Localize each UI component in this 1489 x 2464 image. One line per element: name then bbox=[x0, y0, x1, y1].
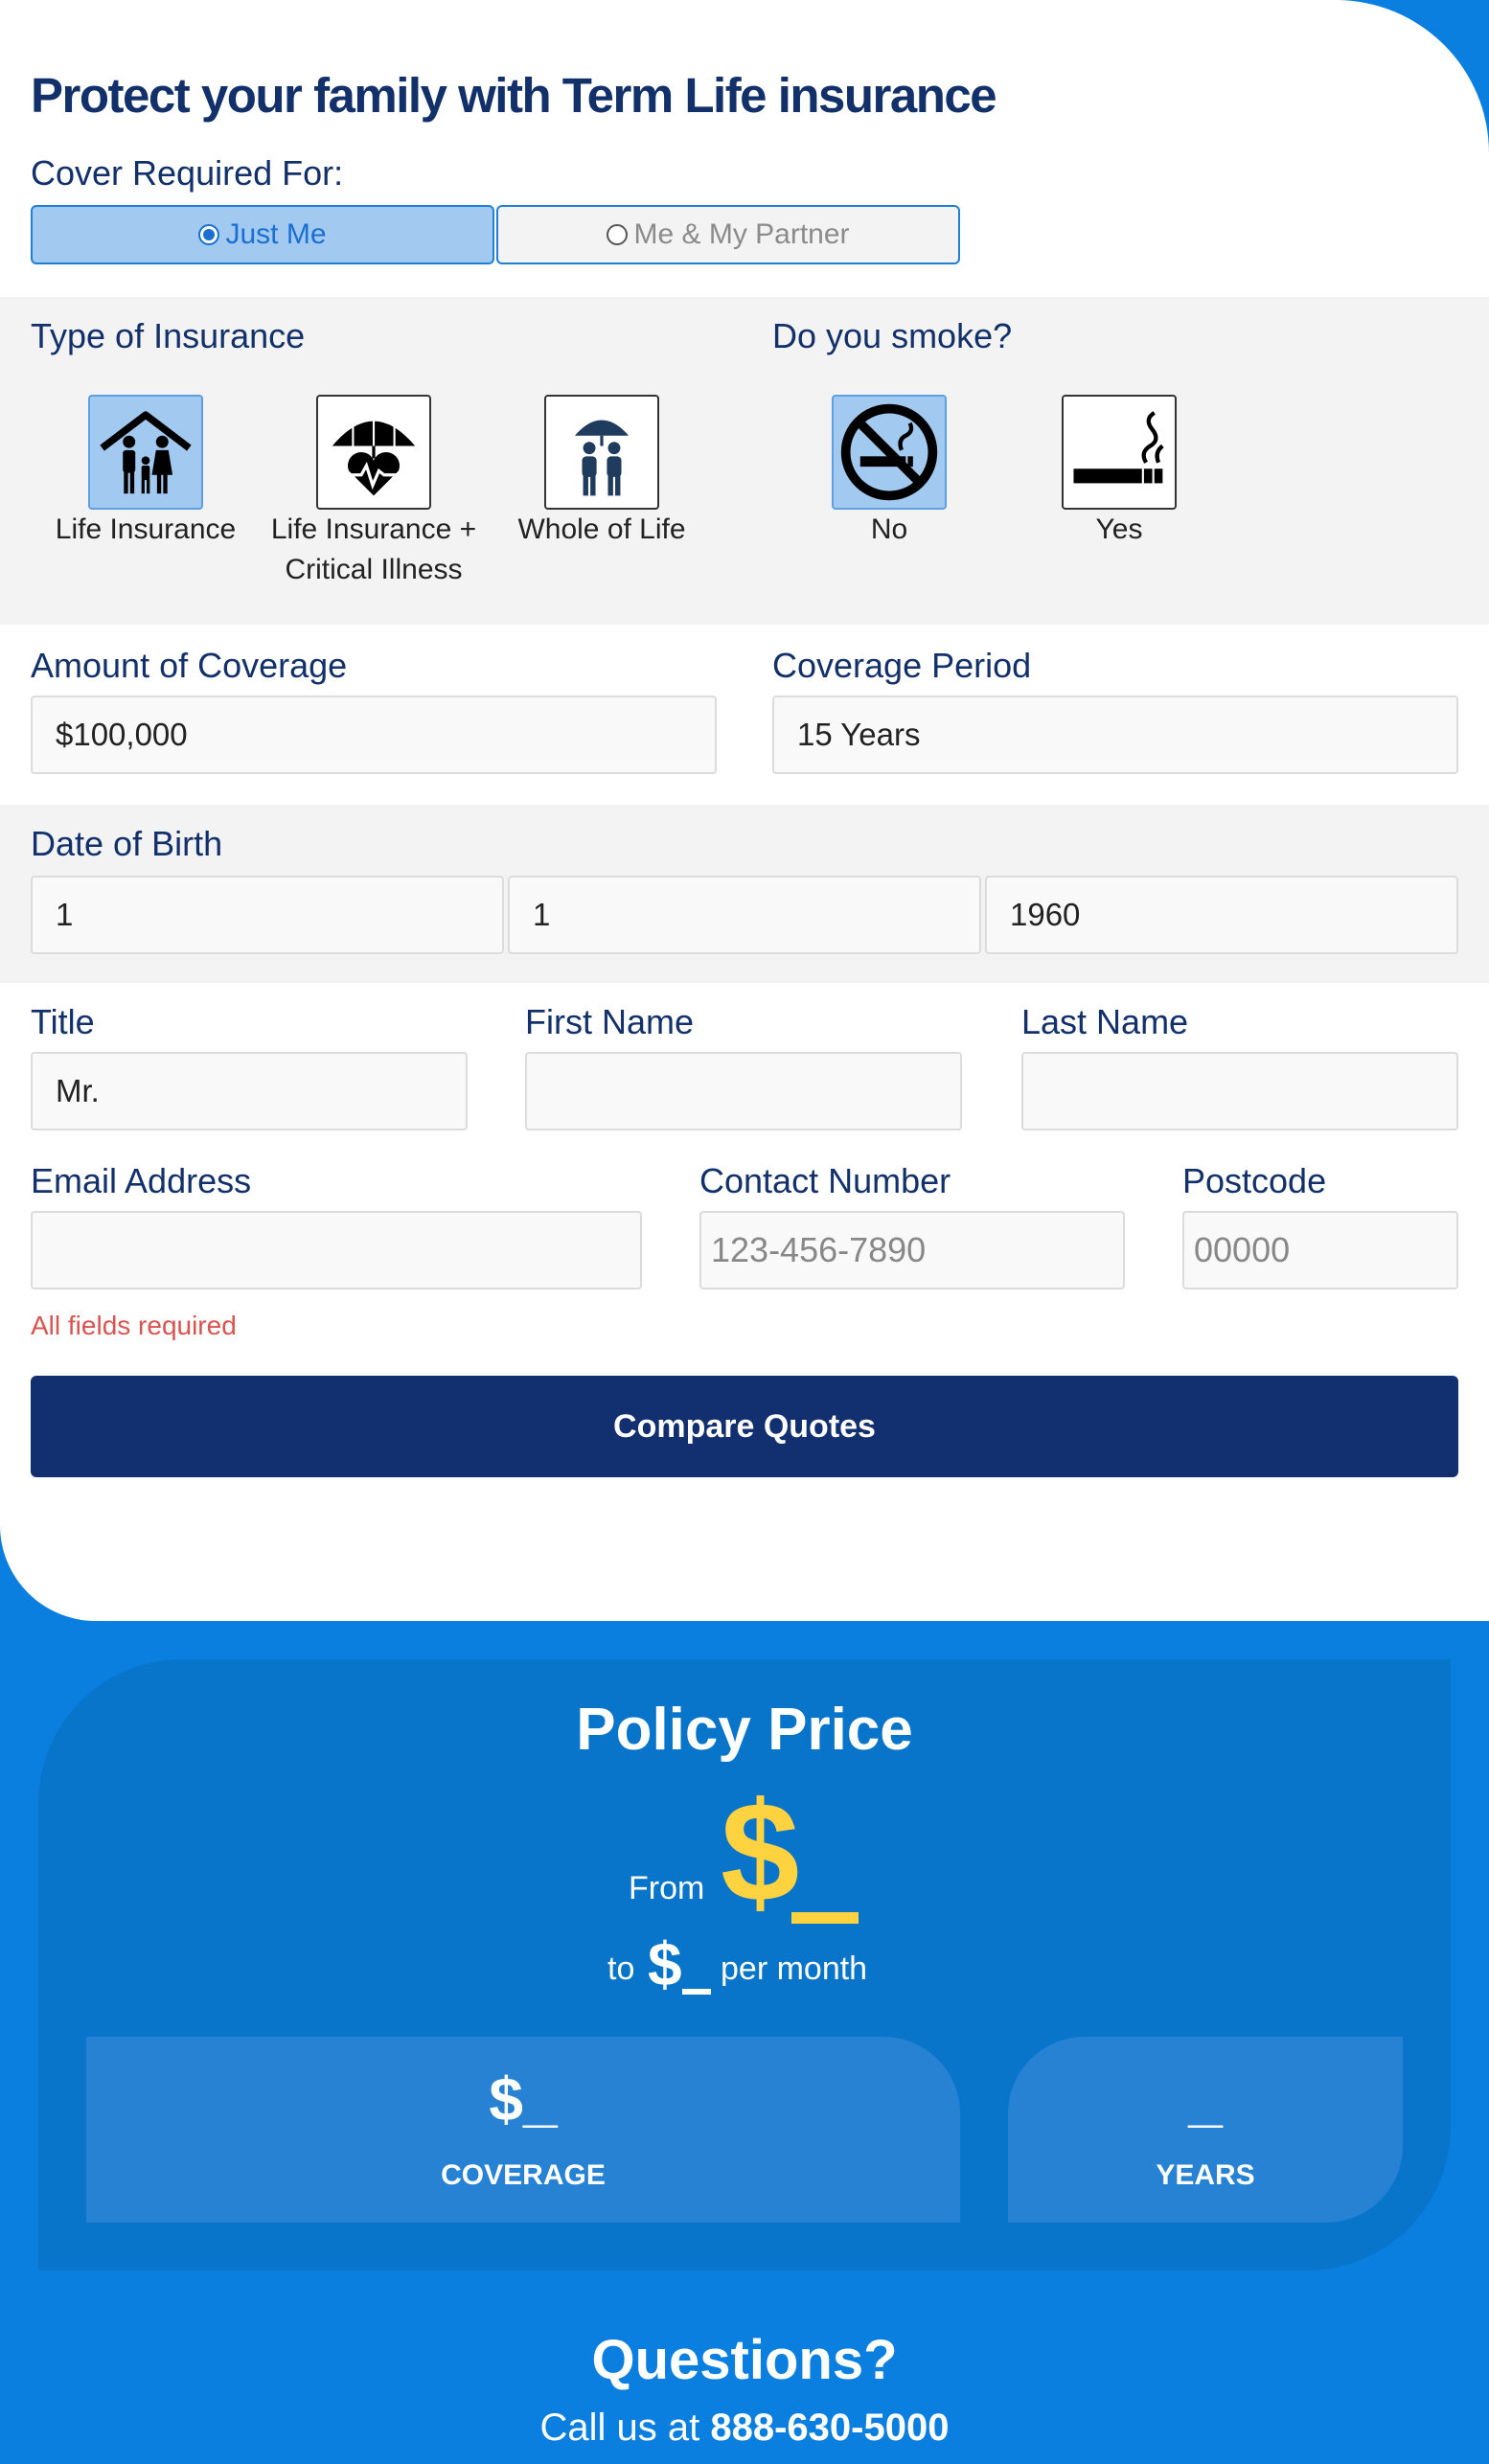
contact-number-label: Contact Number bbox=[699, 1161, 951, 1200]
page-title: Protect your family with Term Life insur… bbox=[31, 68, 997, 123]
radio-unselected-icon bbox=[607, 224, 629, 245]
cover-required-label: Cover Required For: bbox=[31, 153, 344, 193]
insurance-life-option[interactable] bbox=[88, 395, 203, 510]
price-to-value: $ bbox=[648, 1929, 682, 1998]
phone-number-link[interactable]: 888-630-5000 bbox=[710, 2407, 949, 2449]
umbrella-heart-icon bbox=[332, 408, 416, 496]
smoke-no-option[interactable] bbox=[832, 395, 947, 510]
cigarette-icon bbox=[1073, 411, 1164, 484]
price-from-value: $ bbox=[721, 1773, 800, 1931]
page: Protect your family with Term Life insur… bbox=[0, 0, 1489, 2464]
price-to-label: to bbox=[607, 1951, 635, 1987]
first-name-input[interactable] bbox=[525, 1052, 962, 1130]
cover-me-and-partner-option[interactable]: Me & My Partner bbox=[496, 205, 960, 264]
dob-label: Date of Birth bbox=[31, 824, 223, 863]
price-from-label: From bbox=[629, 1870, 705, 1906]
coverage-period-label: Coverage Period bbox=[772, 646, 1032, 685]
insurance-whole-of-life-label: Whole of Life bbox=[517, 513, 686, 545]
years-summary-value: _ bbox=[1188, 2065, 1223, 2133]
insurance-type-label: Type of Insurance bbox=[31, 316, 306, 355]
insurance-critical-illness-label: Life Insurance + Critical Illness bbox=[270, 513, 477, 585]
coverage-amount-label: Amount of Coverage bbox=[31, 646, 348, 685]
coverage-summary: $_ COVERAGE bbox=[86, 2037, 960, 2223]
coverage-period-select[interactable]: 15 Years bbox=[772, 696, 1458, 774]
postcode-label: Postcode bbox=[1182, 1161, 1327, 1200]
first-name-label: First Name bbox=[525, 1002, 695, 1041]
required-fields-note: All fields required bbox=[31, 1311, 237, 1340]
umbrella-people-icon bbox=[574, 420, 630, 496]
coverage-summary-label: COVERAGE bbox=[441, 2159, 606, 2191]
coverage-amount-select[interactable]: $100,000 bbox=[31, 696, 717, 774]
smoke-label: Do you smoke? bbox=[772, 316, 1013, 355]
postcode-input[interactable]: 00000 bbox=[1182, 1211, 1458, 1289]
title-label: Title bbox=[31, 1002, 95, 1041]
dob-month-select[interactable]: 1 bbox=[508, 876, 981, 954]
smoke-yes-option[interactable] bbox=[1062, 395, 1177, 510]
policy-price-title: Policy Price bbox=[576, 1697, 913, 1763]
contact-number-input[interactable]: 123-456-7890 bbox=[699, 1211, 1125, 1289]
insurance-whole-of-life-option[interactable] bbox=[544, 395, 659, 510]
per-month-label: per month bbox=[721, 1951, 868, 1987]
questions-heading: Questions? bbox=[591, 2329, 898, 2391]
last-name-label: Last Name bbox=[1021, 1002, 1189, 1041]
price-from-placeholder bbox=[791, 1912, 859, 1924]
cover-just-me-option[interactable]: Just Me bbox=[31, 205, 494, 264]
insurance-critical-illness-option[interactable] bbox=[316, 395, 431, 510]
title-select[interactable]: Mr. bbox=[31, 1052, 468, 1130]
radio-selected-icon bbox=[198, 224, 220, 245]
insurance-life-label: Life Insurance bbox=[55, 513, 237, 545]
dob-year-select[interactable]: 1960 bbox=[985, 876, 1458, 954]
cover-just-me-label: Just Me bbox=[225, 218, 327, 250]
dob-day-select[interactable]: 1 bbox=[31, 876, 504, 954]
coverage-summary-value: $_ bbox=[489, 2065, 558, 2133]
cover-me-and-partner-label: Me & My Partner bbox=[633, 218, 850, 250]
smoke-no-label: No bbox=[870, 513, 908, 545]
years-summary-label: YEARS bbox=[1156, 2159, 1255, 2191]
no-smoking-icon bbox=[840, 403, 938, 501]
call-us-line: Call us at 888-630-5000 bbox=[0, 2407, 1489, 2450]
smoke-yes-label: Yes bbox=[1095, 513, 1143, 545]
years-summary: _ YEARS bbox=[1008, 2037, 1403, 2223]
family-house-icon bbox=[100, 411, 192, 494]
email-input[interactable] bbox=[31, 1211, 642, 1289]
price-to-placeholder bbox=[682, 1989, 711, 1995]
last-name-input[interactable] bbox=[1021, 1052, 1458, 1130]
call-us-text: Call us at bbox=[539, 2407, 700, 2449]
email-label: Email Address bbox=[31, 1161, 252, 1200]
compare-quotes-button[interactable]: Compare Quotes bbox=[31, 1376, 1458, 1477]
